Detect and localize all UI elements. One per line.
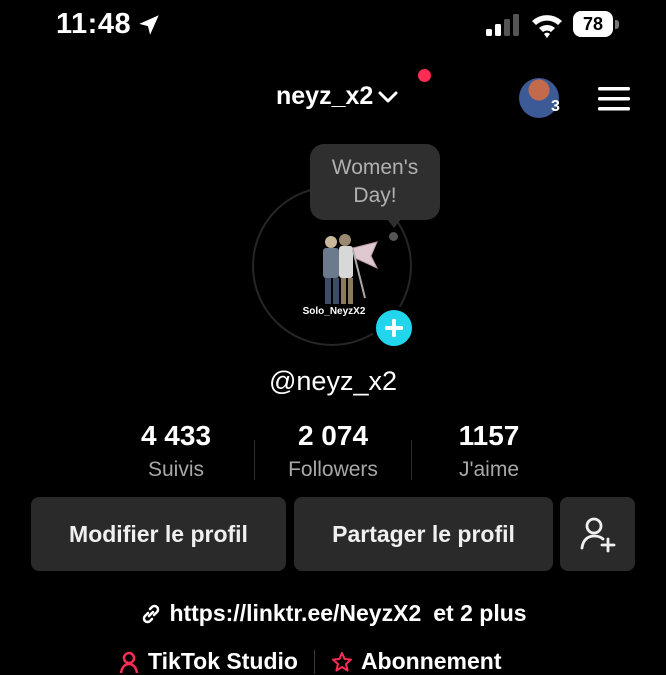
stat-likes-label: J'aime [458, 458, 520, 481]
note-bubble-dot [389, 232, 398, 241]
bio-link-more[interactable]: et 2 plus [433, 600, 526, 627]
note-bubble[interactable]: Women's Day! [310, 144, 440, 220]
location-arrow-icon [139, 15, 159, 35]
subscription-link[interactable]: Abonnement [361, 648, 502, 675]
battery-level: 78 [582, 14, 604, 34]
share-profile-button[interactable]: Partager le profil [294, 497, 553, 571]
account-switcher[interactable]: neyz_x2 [276, 82, 399, 111]
bio-link-row: https://linktr.ee/NeyzX2 et 2 plus [0, 600, 666, 627]
link-icon [143, 604, 160, 623]
profile-photo [305, 228, 381, 310]
tiktok-studio-link[interactable]: TikTok Studio [148, 648, 298, 675]
story-viewers-count: 3 [551, 98, 560, 115]
plus-icon [385, 319, 403, 337]
creator-tools-row: TikTok Studio Abonnement [118, 648, 502, 675]
edit-profile-button[interactable]: Modifier le profil [31, 497, 286, 571]
subscription-star-icon [331, 651, 352, 671]
row-separator [313, 649, 315, 674]
stat-likes-value: 1157 [458, 420, 520, 451]
add-friend-button[interactable] [560, 497, 635, 571]
note-bubble-tail [386, 218, 402, 228]
chevron-down-icon [378, 91, 398, 102]
battery-indicator: 78 [573, 11, 621, 39]
header-username: neyz_x2 [276, 82, 374, 110]
battery-nub [615, 20, 619, 29]
notification-dot [418, 69, 431, 82]
cellular-signal-icon [486, 14, 519, 36]
status-time: 11:48 [56, 8, 132, 40]
add-person-icon [580, 517, 615, 553]
wifi-icon [532, 15, 562, 38]
bio-link[interactable]: https://linktr.ee/NeyzX2 [169, 600, 421, 627]
stat-likes[interactable]: 1157 J'aime [394, 420, 584, 482]
add-story-button[interactable] [372, 306, 416, 350]
tiktok-studio-icon [119, 651, 139, 673]
hamburger-menu-icon[interactable] [597, 86, 631, 112]
profile-handle: @neyz_x2 [269, 366, 397, 396]
profile-photo-caption: Solo_NeyzX2 [302, 306, 366, 317]
